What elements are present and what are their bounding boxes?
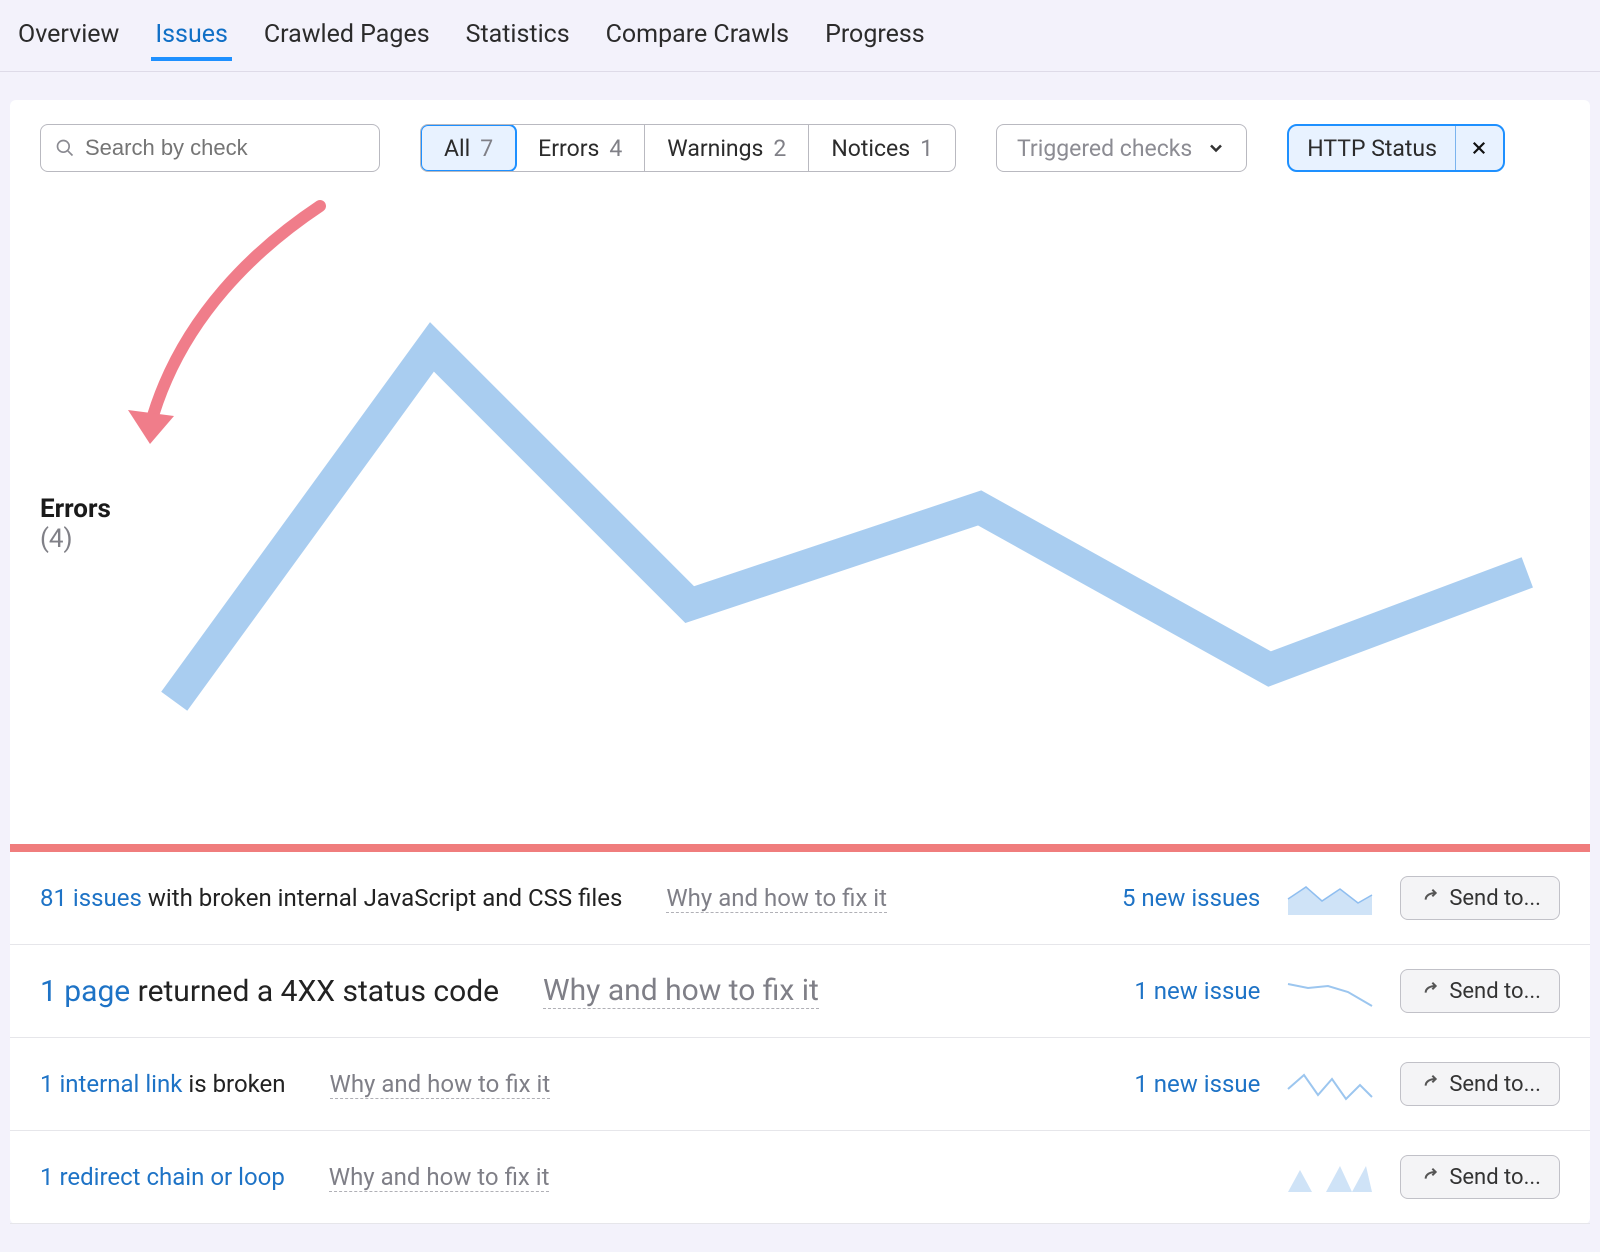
new-issues-link[interactable]: 1 new issue xyxy=(1070,977,1260,1005)
remove-filter-button[interactable] xyxy=(1455,126,1503,170)
issue-row: 1 page returned a 4XX status code Why an… xyxy=(10,945,1590,1038)
issue-row: 1 internal link is broken Why and how to… xyxy=(10,1038,1590,1131)
send-to-button[interactable]: Send to... xyxy=(1400,969,1560,1013)
issue-link[interactable]: 1 page xyxy=(40,974,130,1009)
filter-warnings[interactable]: Warnings 2 xyxy=(645,125,809,171)
issue-title[interactable]: 1 page returned a 4XX status code xyxy=(40,974,499,1009)
send-to-label: Send to... xyxy=(1449,979,1541,1004)
filter-warnings-count: 2 xyxy=(773,135,786,162)
search-input[interactable] xyxy=(85,135,365,161)
report-tabs: Overview Issues Crawled Pages Statistics… xyxy=(0,0,1600,72)
send-to-label: Send to... xyxy=(1449,886,1541,911)
share-arrow-icon xyxy=(1419,1074,1439,1094)
share-arrow-icon xyxy=(1419,981,1439,1001)
filter-all-label: All xyxy=(444,135,470,162)
row-sparkline xyxy=(1286,879,1374,917)
why-how-link[interactable]: Why and how to fix it xyxy=(329,1163,550,1192)
filter-all[interactable]: All 7 xyxy=(420,124,517,172)
row-sparkline xyxy=(1286,972,1374,1010)
section-sparkline xyxy=(142,218,1560,830)
issue-rest: with broken internal JavaScript and CSS … xyxy=(142,884,622,912)
row-sparkline xyxy=(1286,1065,1374,1103)
filter-notices-label: Notices xyxy=(831,135,910,162)
row-sparkline xyxy=(1286,1158,1374,1196)
triggered-checks-label: Triggered checks xyxy=(1017,135,1192,162)
filter-notices[interactable]: Notices 1 xyxy=(809,125,955,171)
new-issues-link[interactable]: 1 new issue xyxy=(1070,1070,1260,1098)
errors-section-count: (4) xyxy=(40,524,73,554)
why-how-link[interactable]: Why and how to fix it xyxy=(666,884,887,913)
why-how-link[interactable]: Why and how to fix it xyxy=(543,973,819,1009)
issue-title[interactable]: 1 internal link is broken xyxy=(40,1070,286,1098)
filter-warnings-label: Warnings xyxy=(667,135,763,162)
send-to-button[interactable]: Send to... xyxy=(1400,1062,1560,1106)
tab-overview[interactable]: Overview xyxy=(14,18,123,61)
share-arrow-icon xyxy=(1419,888,1439,908)
why-how-link[interactable]: Why and how to fix it xyxy=(330,1070,551,1099)
filter-errors-count: 4 xyxy=(609,135,622,162)
tab-issues[interactable]: Issues xyxy=(151,18,232,61)
errors-section-header: Errors (4) xyxy=(10,188,1590,844)
issue-rest: is broken xyxy=(182,1070,285,1098)
issues-toolbar: All 7 Errors 4 Warnings 2 Notices 1 Trig… xyxy=(10,100,1590,188)
errors-section-label: Errors xyxy=(40,494,111,524)
new-issues-link[interactable]: 5 new issues xyxy=(1070,884,1260,912)
triggered-checks-dropdown[interactable]: Triggered checks xyxy=(996,124,1247,172)
issues-panel: All 7 Errors 4 Warnings 2 Notices 1 Trig… xyxy=(10,100,1590,1224)
issue-row: 1 redirect chain or loop Why and how to … xyxy=(10,1131,1590,1224)
issue-link[interactable]: 81 issues xyxy=(40,884,142,912)
send-to-button[interactable]: Send to... xyxy=(1400,876,1560,920)
issue-link[interactable]: 1 internal link xyxy=(40,1070,182,1098)
chevron-down-icon xyxy=(1206,138,1226,158)
filter-errors[interactable]: Errors 4 xyxy=(516,125,645,171)
issue-row: 81 issues with broken internal JavaScrip… xyxy=(10,852,1590,945)
issue-title[interactable]: 81 issues with broken internal JavaScrip… xyxy=(40,884,622,912)
close-icon xyxy=(1470,139,1488,157)
tab-compare-crawls[interactable]: Compare Crawls xyxy=(602,18,793,61)
issue-title[interactable]: 1 redirect chain or loop xyxy=(40,1163,285,1191)
search-input-wrapper[interactable] xyxy=(40,124,380,172)
send-to-label: Send to... xyxy=(1449,1165,1541,1190)
severity-filter: All 7 Errors 4 Warnings 2 Notices 1 xyxy=(420,124,956,172)
share-arrow-icon xyxy=(1419,1167,1439,1187)
filter-notices-count: 1 xyxy=(920,135,933,162)
filter-all-count: 7 xyxy=(480,135,493,162)
search-icon xyxy=(55,138,75,158)
send-to-button[interactable]: Send to... xyxy=(1400,1155,1560,1199)
filter-errors-label: Errors xyxy=(538,135,599,162)
active-filter-chip: HTTP Status xyxy=(1287,124,1505,172)
errors-divider xyxy=(10,844,1590,852)
send-to-label: Send to... xyxy=(1449,1072,1541,1097)
tab-crawled-pages[interactable]: Crawled Pages xyxy=(260,18,434,61)
issue-link[interactable]: 1 redirect chain or loop xyxy=(40,1163,285,1191)
issue-rest: returned a 4XX status code xyxy=(130,974,499,1009)
tab-statistics[interactable]: Statistics xyxy=(462,18,574,61)
active-filter-label[interactable]: HTTP Status xyxy=(1289,126,1455,170)
tab-progress[interactable]: Progress xyxy=(821,18,929,61)
